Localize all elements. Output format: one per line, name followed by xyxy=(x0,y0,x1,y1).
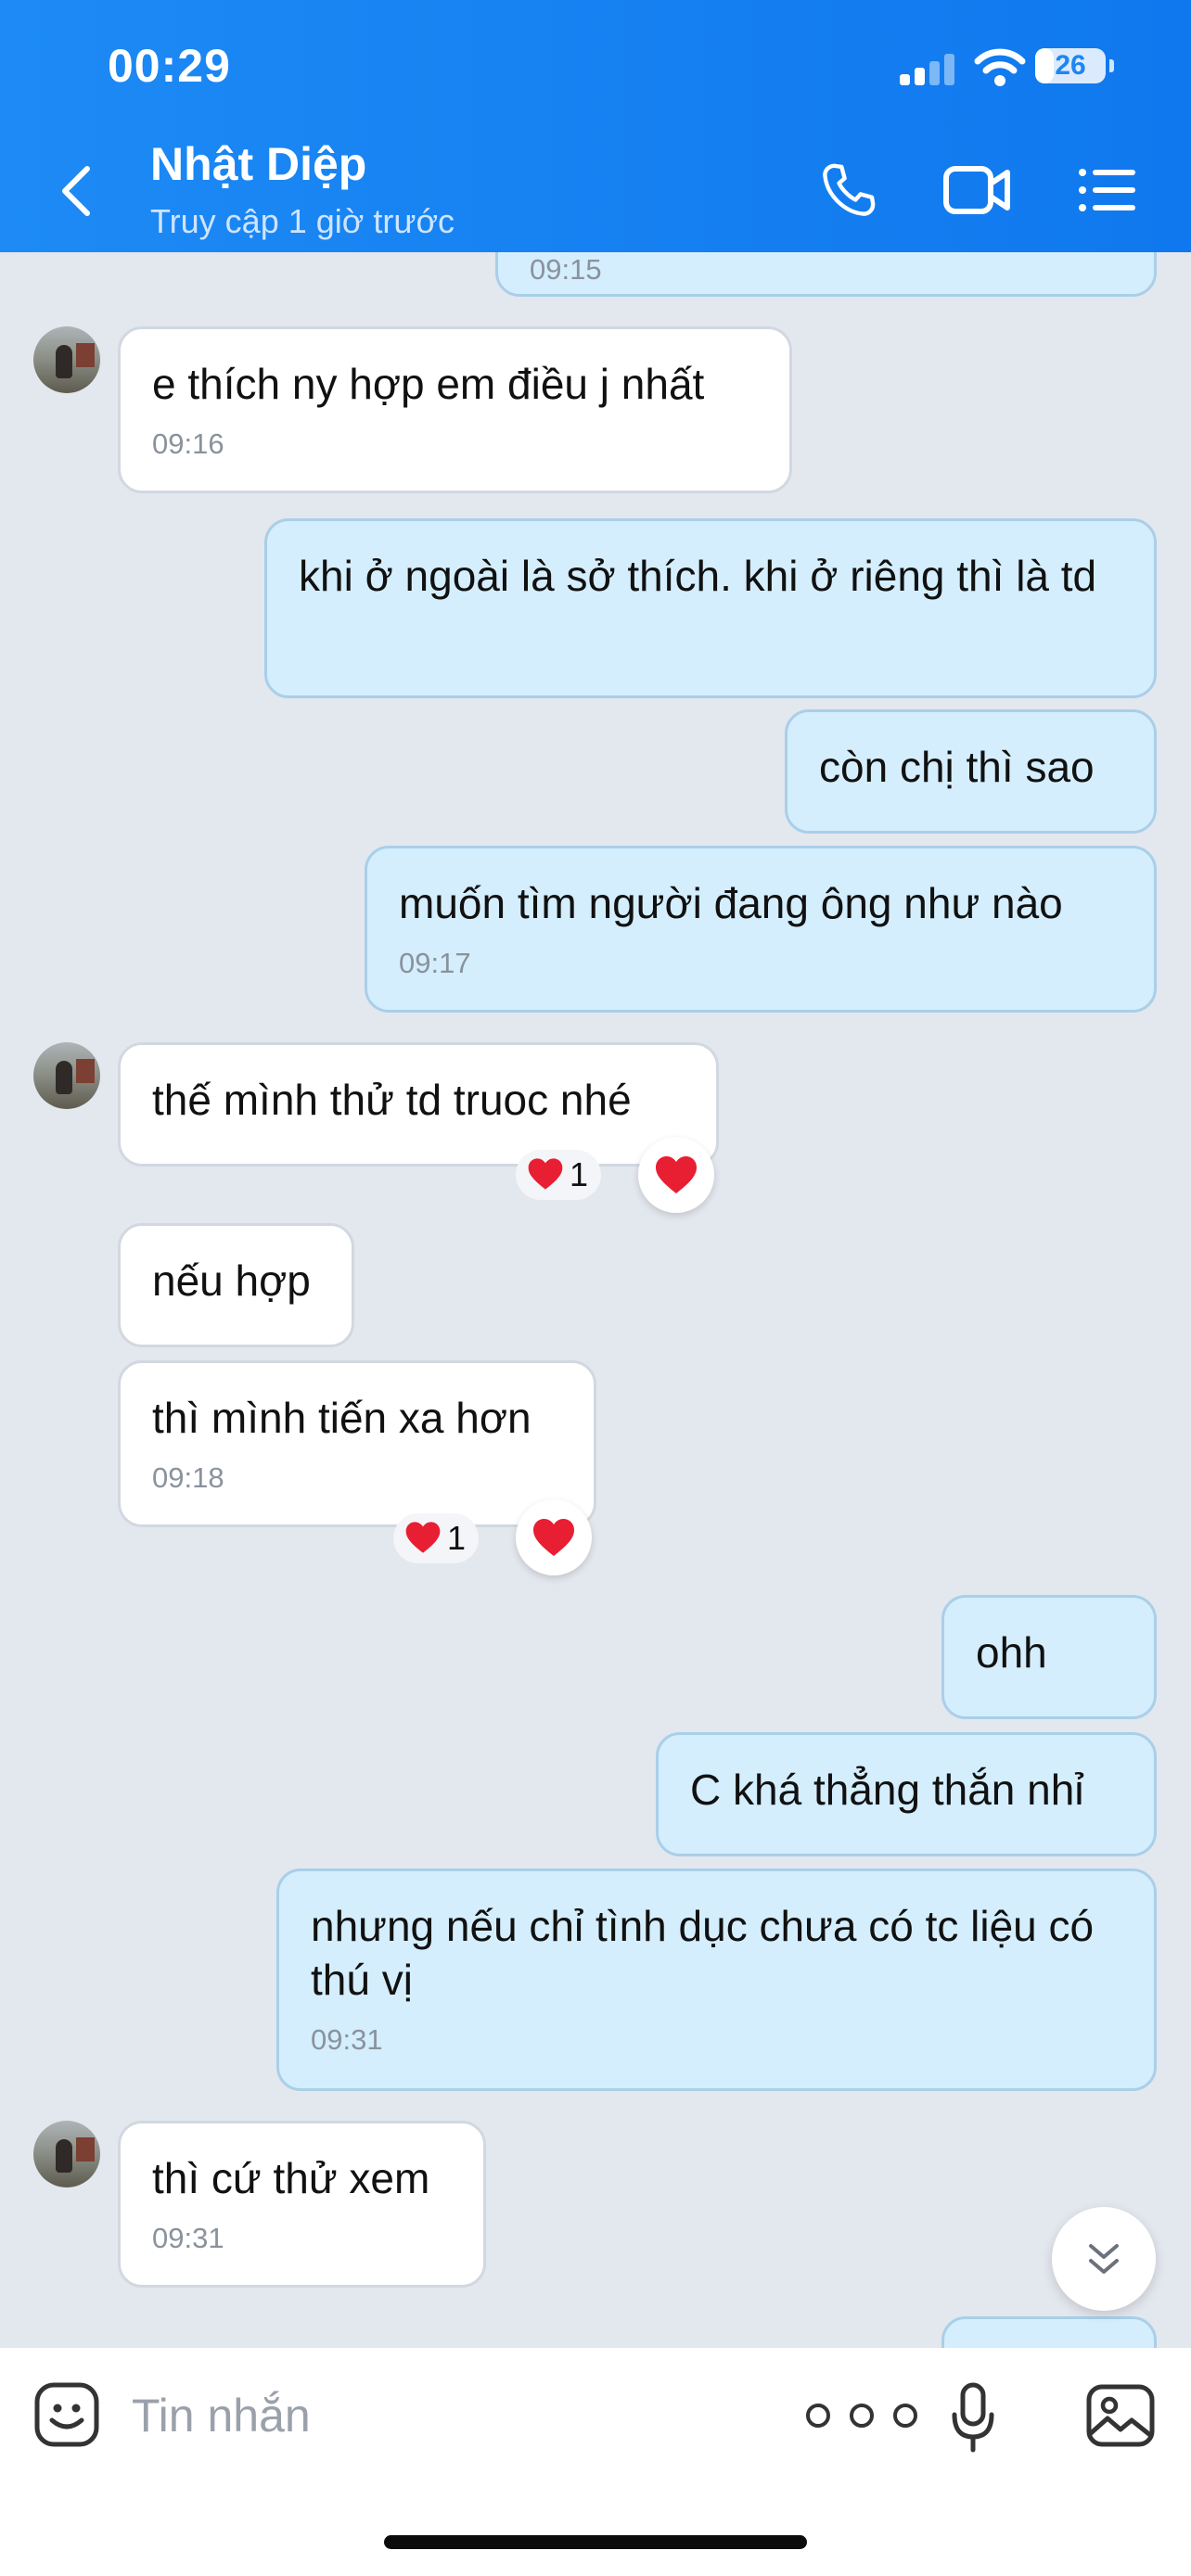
message-time: 09:31 xyxy=(311,2023,383,2056)
message-bubble-outgoing[interactable]: khi ở ngoài là sở thích. khi ở riêng thì… xyxy=(264,518,1157,698)
message-list[interactable]: 09:15 e thích ny hợp em điều j nhất 09:1… xyxy=(0,252,1191,2348)
emoji-icon[interactable] xyxy=(33,2381,100,2448)
message-bubble-incoming[interactable]: e thích ny hợp em điều j nhất 09:16 xyxy=(118,326,792,493)
message-text: còn chị thì sao xyxy=(819,743,1095,791)
battery-tip xyxy=(1109,59,1114,72)
cellular-signal-icon xyxy=(900,54,957,85)
contact-name[interactable]: Nhật Diệp xyxy=(150,137,366,191)
message-time: 09:31 xyxy=(152,2222,224,2254)
heart-icon xyxy=(405,1522,441,1554)
reaction-count[interactable]: 1 xyxy=(516,1150,602,1200)
home-indicator[interactable] xyxy=(384,2535,807,2549)
reaction-count-value: 1 xyxy=(447,1519,467,1557)
microphone-icon[interactable] xyxy=(950,2381,996,2454)
back-icon[interactable] xyxy=(58,163,95,219)
message-text: muốn tìm người đang ông như nào xyxy=(399,879,1063,927)
message-bubble-outgoing[interactable]: ohh xyxy=(941,1595,1157,1719)
wifi-icon xyxy=(974,48,1026,86)
message-bubble-incoming[interactable]: nếu hợp xyxy=(118,1223,354,1347)
message-text: ohh xyxy=(976,1628,1047,1677)
message-bubble-outgoing[interactable]: muốn tìm người đang ông như nào 09:17 xyxy=(365,846,1157,1013)
video-call-icon[interactable] xyxy=(942,163,1013,217)
reaction-count[interactable]: 1 xyxy=(393,1513,480,1563)
message-bubble-incoming[interactable]: thì cứ thử xem 09:31 xyxy=(118,2121,486,2288)
heart-icon xyxy=(533,1519,574,1556)
reaction-count-value: 1 xyxy=(570,1155,589,1193)
add-reaction-button[interactable] xyxy=(638,1137,714,1213)
more-options-icon[interactable] xyxy=(801,2402,922,2429)
heart-icon xyxy=(528,1158,563,1191)
contact-avatar[interactable] xyxy=(33,1042,100,1109)
scroll-to-bottom-button[interactable] xyxy=(1052,2207,1156,2311)
contact-avatar[interactable] xyxy=(33,326,100,393)
message-time: 09:15 xyxy=(530,253,602,286)
image-icon[interactable] xyxy=(1085,2383,1156,2448)
message-input[interactable] xyxy=(130,2376,746,2455)
status-time: 00:29 xyxy=(108,40,231,92)
message-bubble-outgoing[interactable]: còn chị thì sao xyxy=(785,709,1157,834)
message-text: C khá thẳng thắn nhỉ xyxy=(690,1766,1084,1814)
contact-status: Truy cập 1 giờ trước xyxy=(150,202,455,240)
message-text: thì cứ thử xem xyxy=(152,2154,430,2202)
double-chevron-down-icon xyxy=(1089,2244,1119,2274)
message-time: 09:16 xyxy=(152,427,224,460)
message-bubble-outgoing[interactable]: C khá thẳng thắn nhỉ xyxy=(656,1732,1157,1856)
message-bubble-outgoing[interactable]: nhưng nếu chỉ tình dục chưa có tc liệu c… xyxy=(276,1868,1157,2091)
battery-text: 26 xyxy=(1055,50,1086,81)
message-bubble-incoming[interactable]: thì mình tiến xa hơn 09:18 xyxy=(118,1360,596,1527)
heart-icon xyxy=(656,1156,697,1193)
message-time: 09:17 xyxy=(399,947,471,979)
message-bubble-outgoing[interactable]: 09:15 xyxy=(495,252,1157,297)
battery-indicator: 26 xyxy=(1035,48,1106,83)
message-text: nếu hợp xyxy=(152,1256,311,1305)
message-text: nhưng nếu chỉ tình dục chưa có tc liệu c… xyxy=(311,1902,1106,2004)
message-bubble-incoming[interactable]: thế mình thử td truoc nhé xyxy=(118,1042,719,1167)
add-reaction-button[interactable] xyxy=(516,1499,592,1575)
message-text: khi ở ngoài là sở thích. khi ở riêng thì… xyxy=(299,552,1097,600)
menu-list-icon[interactable] xyxy=(1078,167,1137,213)
message-bubble-outgoing[interactable] xyxy=(941,2316,1157,2348)
message-text: thì mình tiến xa hơn xyxy=(152,1394,531,1442)
message-text: thế mình thử td truoc nhé xyxy=(152,1076,632,1124)
message-time: 09:18 xyxy=(152,1461,224,1494)
chat-header: 00:29 26 Nhật Diệp Truy cập 1 giờ trước xyxy=(0,0,1191,252)
phone-icon[interactable] xyxy=(818,159,879,221)
message-text: e thích ny hợp em điều j nhất xyxy=(152,360,705,408)
contact-avatar[interactable] xyxy=(33,2121,100,2187)
